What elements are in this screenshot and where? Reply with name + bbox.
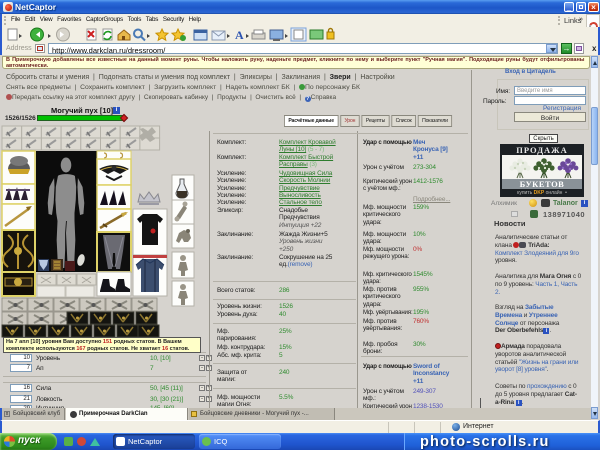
svg-text:A: A — [235, 28, 244, 42]
